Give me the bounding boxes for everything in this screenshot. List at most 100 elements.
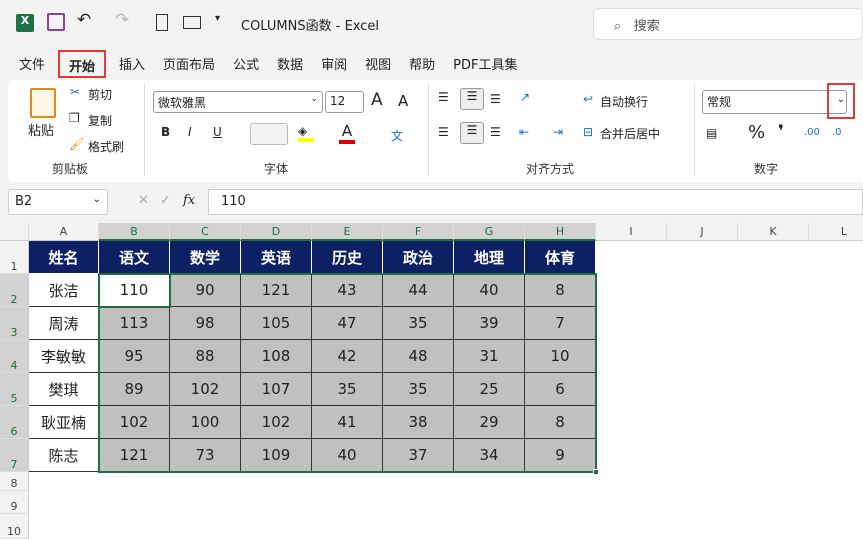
- new-file-icon[interactable]: [156, 14, 168, 31]
- grow-font-button[interactable]: A: [371, 90, 383, 110]
- score-cell[interactable]: 8: [525, 274, 596, 307]
- number-format-dropdown[interactable]: 常规: [702, 90, 847, 114]
- score-cell[interactable]: 40: [454, 274, 525, 307]
- format-painter-button[interactable]: 格式刷: [88, 138, 124, 155]
- score-cell[interactable]: 108: [241, 340, 312, 373]
- cancel-icon[interactable]: ✕: [138, 193, 149, 208]
- column-header[interactable]: F: [383, 223, 454, 241]
- score-cell[interactable]: 43: [312, 274, 383, 307]
- row-header[interactable]: 3: [0, 307, 29, 340]
- fill-color-button[interactable]: ◈: [298, 124, 314, 142]
- column-header[interactable]: C: [170, 223, 241, 241]
- undo-icon[interactable]: ↶: [77, 10, 91, 30]
- font-size-dropdown[interactable]: 12: [325, 91, 364, 113]
- row-header[interactable]: 5: [0, 373, 29, 406]
- column-header[interactable]: A: [29, 223, 99, 241]
- percent-button[interactable]: %: [748, 122, 765, 143]
- score-cell[interactable]: 34: [454, 439, 525, 472]
- customize-qat-icon[interactable]: ▾: [215, 13, 220, 24]
- score-cell[interactable]: 107: [241, 373, 312, 406]
- table-header-cell[interactable]: 数学: [170, 241, 241, 274]
- align-top-icon[interactable]: ☰: [438, 90, 449, 104]
- enter-icon[interactable]: ✓: [160, 193, 171, 208]
- name-cell[interactable]: 耿亚楠: [29, 406, 99, 439]
- name-cell[interactable]: 樊琪: [29, 373, 99, 406]
- table-header-cell[interactable]: 体育: [525, 241, 596, 274]
- row-header[interactable]: 2: [0, 274, 29, 307]
- score-cell[interactable]: 100: [170, 406, 241, 439]
- select-all-corner[interactable]: [0, 223, 29, 241]
- wrap-text-button[interactable]: 自动换行: [600, 93, 648, 110]
- table-header-cell[interactable]: 地理: [454, 241, 525, 274]
- score-cell[interactable]: 89: [99, 373, 170, 406]
- tab-view[interactable]: 视图: [356, 50, 400, 78]
- column-header[interactable]: L: [809, 223, 863, 241]
- orientation-icon[interactable]: ↗: [520, 90, 530, 104]
- column-header[interactable]: G: [454, 223, 525, 241]
- table-header-cell[interactable]: 姓名: [29, 241, 99, 274]
- column-header[interactable]: K: [738, 223, 809, 241]
- accounting-format-icon[interactable]: ▤: [706, 126, 717, 140]
- score-cell[interactable]: 35: [312, 373, 383, 406]
- tab-data[interactable]: 数据: [268, 50, 312, 78]
- align-middle-icon[interactable]: ☰: [460, 88, 484, 110]
- name-cell[interactable]: 李敏敏: [29, 340, 99, 373]
- score-cell[interactable]: 48: [383, 340, 454, 373]
- score-cell[interactable]: 41: [312, 406, 383, 439]
- score-cell[interactable]: 110: [99, 274, 170, 307]
- number-format-chevron-highlight[interactable]: ⌄: [827, 83, 855, 119]
- score-cell[interactable]: 31: [454, 340, 525, 373]
- insert-function-button[interactable]: fx: [183, 193, 195, 208]
- score-cell[interactable]: 102: [99, 406, 170, 439]
- score-cell[interactable]: 38: [383, 406, 454, 439]
- score-cell[interactable]: 25: [454, 373, 525, 406]
- score-cell[interactable]: 8: [525, 406, 596, 439]
- align-right-icon[interactable]: ☰: [490, 125, 501, 139]
- score-cell[interactable]: 29: [454, 406, 525, 439]
- score-cell[interactable]: 121: [99, 439, 170, 472]
- italic-button[interactable]: I: [188, 125, 192, 139]
- shrink-font-button[interactable]: A: [398, 92, 408, 110]
- table-header-cell[interactable]: 语文: [99, 241, 170, 274]
- cut-button[interactable]: 剪切: [88, 86, 112, 103]
- decrease-indent-icon[interactable]: ⇤: [519, 125, 529, 139]
- borders-button[interactable]: [250, 123, 288, 145]
- increase-decimal-button[interactable]: .00: [804, 127, 820, 138]
- score-cell[interactable]: 95: [99, 340, 170, 373]
- column-header[interactable]: B: [99, 223, 170, 241]
- row-header[interactable]: 7: [0, 439, 29, 472]
- name-box[interactable]: B2 ⌄: [8, 189, 108, 215]
- bold-button[interactable]: B: [161, 125, 170, 139]
- phonetic-button[interactable]: 文: [391, 127, 403, 144]
- tab-home[interactable]: 开始: [58, 50, 107, 78]
- row-header[interactable]: 4: [0, 340, 29, 373]
- score-cell[interactable]: 7: [525, 307, 596, 340]
- name-cell[interactable]: 张洁: [29, 274, 99, 307]
- font-name-dropdown[interactable]: 微软雅黑 ⌄: [153, 91, 323, 113]
- row-header[interactable]: 6: [0, 406, 29, 439]
- decrease-decimal-button[interactable]: .0: [832, 127, 842, 138]
- paste-button[interactable]: 粘贴: [28, 120, 54, 139]
- score-cell[interactable]: 102: [170, 373, 241, 406]
- save-icon[interactable]: [47, 13, 65, 31]
- open-folder-icon[interactable]: [183, 16, 201, 29]
- score-cell[interactable]: 39: [454, 307, 525, 340]
- row-header[interactable]: 9: [0, 491, 29, 514]
- score-cell[interactable]: 10: [525, 340, 596, 373]
- score-cell[interactable]: 121: [241, 274, 312, 307]
- score-cell[interactable]: 113: [99, 307, 170, 340]
- spreadsheet-grid[interactable]: A B C D E F G H I J K L 1 2 3 4 5 6 7 8 9 10 姓名 语文 数学 英语 历史 政治 地理 体育张…: [0, 223, 863, 539]
- score-cell[interactable]: 6: [525, 373, 596, 406]
- score-cell[interactable]: 73: [170, 439, 241, 472]
- tab-help[interactable]: 帮助: [400, 50, 444, 78]
- formula-input[interactable]: 110: [208, 189, 863, 215]
- tab-insert[interactable]: 插入: [110, 50, 154, 78]
- score-cell[interactable]: 35: [383, 373, 454, 406]
- underline-button[interactable]: U: [213, 125, 222, 139]
- name-cell[interactable]: 陈志: [29, 439, 99, 472]
- row-header[interactable]: 8: [0, 472, 29, 491]
- comma-style-button[interactable]: ❜: [778, 122, 784, 142]
- merge-center-button[interactable]: 合并后居中: [600, 125, 660, 142]
- redo-icon[interactable]: ↷: [115, 10, 129, 30]
- tab-pdf-tools[interactable]: PDF工具集: [444, 50, 526, 78]
